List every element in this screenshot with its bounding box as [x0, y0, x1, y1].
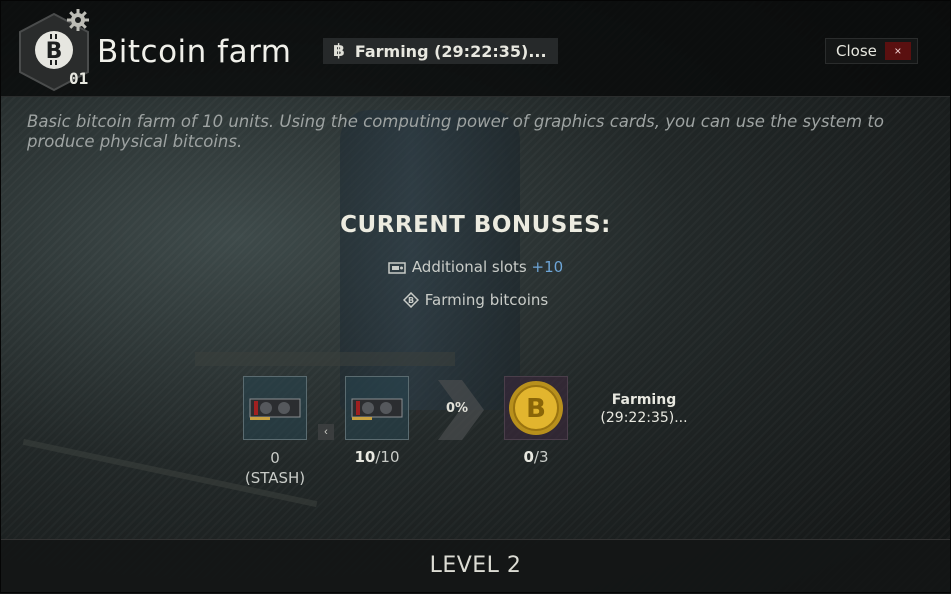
window-frame — [0, 0, 951, 593]
